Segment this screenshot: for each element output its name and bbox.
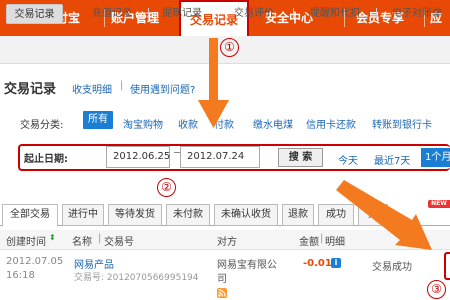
step-marker-3: ③: [427, 280, 446, 299]
search-button[interactable]: 搜 索: [278, 148, 323, 167]
row-name[interactable]: 网易产品: [74, 256, 114, 271]
help-link[interactable]: 使用遇到问题?: [130, 81, 195, 96]
tab-refund[interactable]: 退款: [282, 204, 314, 226]
header-divider: |: [320, 233, 324, 244]
tab-in-progress[interactable]: 进行中: [62, 204, 104, 226]
sub-nav-divider: [293, 8, 294, 20]
header-detail: 明细: [325, 237, 345, 248]
row-counterparty: 网易宝有限公: [217, 260, 277, 271]
action-highlight: [444, 252, 450, 280]
info-icon[interactable]: i: [331, 258, 341, 268]
header-name: 名称: [72, 237, 92, 248]
category-utilities[interactable]: 缴水电煤: [253, 116, 293, 131]
sub-nav-transactions[interactable]: 交易记录: [6, 4, 63, 24]
new-badge: NEW: [428, 200, 450, 208]
tab-unpaid[interactable]: 未付款: [166, 204, 210, 226]
sub-nav-divider: [376, 8, 377, 20]
quick-today[interactable]: 今天: [338, 152, 358, 167]
sub-nav-divider: [148, 8, 149, 20]
category-pay[interactable]: 付款: [214, 116, 234, 131]
quick-1month[interactable]: 1个月: [421, 148, 450, 167]
row-time: 16:18: [6, 270, 35, 281]
category-label: 交易分类:: [20, 120, 64, 131]
sub-nav-review[interactable]: 交易评价: [234, 0, 274, 28]
row-counterparty-cont: 司: [217, 274, 227, 285]
sub-nav-statement[interactable]: 电子对账单: [392, 0, 442, 28]
category-credit-card[interactable]: 信用卡还款: [306, 116, 356, 131]
category-all[interactable]: 所有: [83, 111, 113, 129]
header-amount: 金额: [299, 237, 319, 248]
income-expense-link[interactable]: 收支明细: [72, 81, 112, 96]
sort-icon[interactable]: ⬍: [49, 233, 56, 242]
tab-unconfirmed[interactable]: 未确认收货: [214, 204, 278, 226]
row-date: 2012.07.05: [6, 256, 64, 267]
page-title: 交易记录: [4, 82, 57, 97]
header-counterparty: 对方: [217, 237, 237, 248]
tab-success[interactable]: 成功: [318, 204, 354, 226]
header-divider: |: [98, 233, 102, 244]
row-amount: -0.01: [303, 258, 332, 269]
category-bank-transfer[interactable]: 转账到银行卡: [372, 116, 432, 131]
category-receive[interactable]: 收款: [178, 116, 198, 131]
tab-failed[interactable]: 失: [358, 204, 388, 226]
step-marker-2: ②: [157, 178, 176, 197]
quick-7days[interactable]: 最近7天: [374, 152, 410, 167]
sub-nav-reminders[interactable]: 提醒和代扣: [310, 0, 360, 28]
end-date-input[interactable]: 2012.07.24: [180, 146, 260, 168]
date-range-label: 起止日期:: [24, 154, 68, 165]
row-txn-no: 交易号: 2012070566995194: [74, 273, 199, 283]
rss-icon[interactable]: [217, 288, 227, 298]
header-created-time[interactable]: 创建时间: [6, 233, 46, 248]
step-marker-1: ①: [220, 38, 239, 57]
tab-awaiting-shipment[interactable]: 等待发货: [108, 204, 162, 226]
row-status: 交易成功: [372, 262, 412, 273]
header-txn-no: 交易号: [104, 237, 134, 248]
tab-all[interactable]: 全部交易: [2, 204, 58, 227]
link-separator: |: [120, 80, 124, 91]
start-date-input[interactable]: 2012.06.25: [106, 146, 170, 168]
category-taobao[interactable]: 淘宝购物: [123, 116, 163, 131]
sub-nav-recharge[interactable]: 充值记录: [92, 0, 132, 28]
sub-nav-withdraw[interactable]: 提现记录: [162, 0, 202, 28]
